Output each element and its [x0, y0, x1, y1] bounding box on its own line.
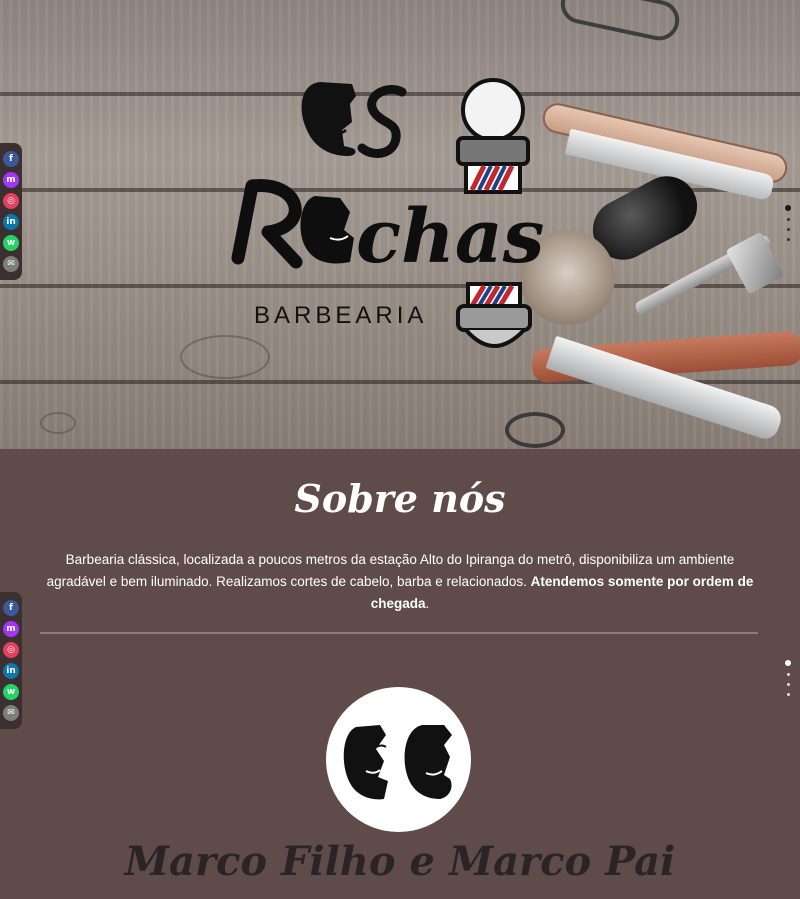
instagram-icon: ◎	[7, 645, 15, 655]
linkedin-icon: in	[6, 217, 16, 227]
facebook-link[interactable]: f	[3, 151, 19, 167]
facebook-link[interactable]: f	[3, 600, 19, 616]
logo-subtitle: BARBEARIA	[254, 302, 428, 329]
about-title: Sobre nós	[294, 476, 506, 521]
messenger-link[interactable]: m	[3, 621, 19, 637]
whatsapp-link[interactable]: w	[3, 235, 19, 251]
section-dot-nav[interactable]	[784, 205, 792, 248]
whatsapp-icon: w	[6, 687, 16, 697]
email-link[interactable]: ✉	[3, 705, 19, 721]
team-avatar	[326, 687, 471, 832]
about-text: Barbearia clássica, localizada a poucos …	[38, 549, 762, 615]
brand-logo[interactable]: chas BARBEARIA	[0, 0, 800, 449]
dot-nav-item[interactable]	[785, 205, 791, 211]
email-icon: ✉	[7, 708, 15, 718]
logo-face-os-icon: chas	[231, 78, 544, 348]
about-text-end: .	[425, 596, 430, 611]
email-icon: ✉	[7, 259, 15, 269]
instagram-icon: ◎	[7, 196, 15, 206]
dot-nav-item[interactable]	[786, 683, 790, 686]
instagram-link[interactable]: ◎	[3, 193, 19, 209]
dot-nav-item[interactable]	[786, 238, 790, 241]
messenger-icon: m	[6, 175, 16, 185]
dot-nav-item[interactable]	[786, 673, 790, 676]
section-dot-nav[interactable]	[784, 660, 792, 703]
dot-nav-item[interactable]	[786, 693, 790, 696]
email-link[interactable]: ✉	[3, 256, 19, 272]
whatsapp-icon: w	[6, 238, 16, 248]
messenger-icon: m	[6, 624, 16, 634]
whatsapp-link[interactable]: w	[3, 684, 19, 700]
social-sidebar: f m ◎ in w ✉	[0, 592, 22, 729]
dot-nav-item[interactable]	[786, 228, 790, 231]
linkedin-icon: in	[6, 666, 16, 676]
linkedin-link[interactable]: in	[3, 214, 19, 230]
linkedin-link[interactable]: in	[3, 663, 19, 679]
facebook-icon: f	[9, 154, 13, 164]
section-divider	[40, 632, 758, 634]
hero-section: chas BARBEARIA	[0, 0, 800, 449]
dot-nav-item[interactable]	[786, 218, 790, 221]
svg-text:chas: chas	[356, 194, 544, 280]
two-barbers-face-icon	[343, 725, 452, 800]
messenger-link[interactable]: m	[3, 172, 19, 188]
dot-nav-item[interactable]	[785, 660, 791, 666]
team-name: Marco Filho e Marco Pai	[124, 838, 676, 885]
facebook-icon: f	[9, 603, 13, 613]
social-sidebar: f m ◎ in w ✉	[0, 143, 22, 280]
instagram-link[interactable]: ◎	[3, 642, 19, 658]
